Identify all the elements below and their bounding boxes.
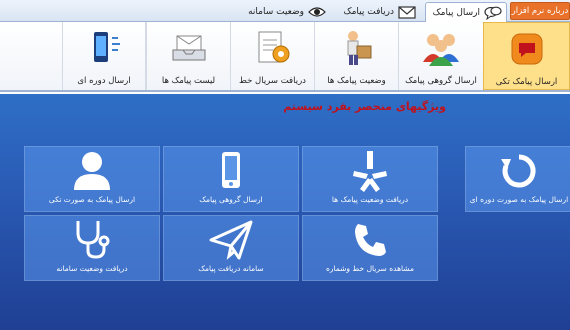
tab-about-label: درباره نرم افزار <box>511 6 569 16</box>
chat-bubbles-icon <box>484 6 502 20</box>
inbox-tray-icon <box>169 28 209 68</box>
receive-line-button[interactable]: دریافت سریال خط <box>230 22 314 90</box>
ribbon-toolbar: ارسال پیامک تکی ارسال گروهی پیامک وضعیت … <box>0 22 570 92</box>
tile-receive-system-label: سامانه دریافت پیامک <box>198 264 264 273</box>
message-icon <box>507 29 547 69</box>
features-panel: ویژگیهای منحصر بفرد سیستم ارسال پیامک به… <box>0 94 570 330</box>
periodic-send-button[interactable]: ارسال دوره ای <box>62 22 146 90</box>
sms-list-button[interactable]: لیست پیامک ها <box>146 22 230 90</box>
paper-plane-icon <box>209 218 253 262</box>
tile-periodic-send-label: ارسال پیامک به صورت دوره ای <box>469 195 569 204</box>
stethoscope-icon <box>72 218 112 262</box>
tile-system-status[interactable]: دریافت وضعیت سامانه <box>24 215 160 281</box>
tile-line-serial-label: مشاهده سریال خط وشماره <box>325 264 415 273</box>
sms-status-button[interactable]: وضعیت پیامک ها <box>314 22 398 90</box>
tab-system-status[interactable]: وضعیت سامانه <box>240 2 330 22</box>
group-users-icon <box>421 28 461 68</box>
tab-receive-sms[interactable]: دریافت پیامک <box>335 2 420 22</box>
tile-group-send-label: ارسال گروهی پیامک <box>199 195 263 204</box>
group-send-label: ارسال گروهی پیامک <box>405 76 477 86</box>
phone-signal-icon <box>84 28 124 68</box>
sms-list-label: لیست پیامک ها <box>161 76 216 86</box>
tile-periodic-send[interactable]: ارسال پیامک به صورت دوره ای <box>465 146 570 212</box>
tile-system-status-label: دریافت وضعیت سامانه <box>56 264 128 273</box>
mobile-phone-icon <box>216 149 246 193</box>
top-tab-strip: درباره نرم افزار ارسال پیامک دریافت پیام… <box>0 0 570 23</box>
features-title: ویژگیهای منحصر بفرد سیستم <box>283 100 446 113</box>
tile-sms-status[interactable]: دریافت وضعیت پیامک ها <box>302 146 438 212</box>
group-send-button[interactable]: ارسال گروهی پیامک <box>398 22 483 90</box>
yelp-burst-icon <box>350 149 390 193</box>
tab-receive-sms-label: دریافت پیامک <box>343 7 394 17</box>
tile-single-send-label: ارسال پیامک به صورت تکی <box>48 195 136 204</box>
courier-icon <box>337 28 377 68</box>
eye-icon <box>308 5 326 19</box>
single-send-label: ارسال پیامک تکی <box>495 77 558 87</box>
tile-receive-system[interactable]: سامانه دریافت پیامک <box>163 215 299 281</box>
single-send-button[interactable]: ارسال پیامک تکی <box>483 22 570 90</box>
refresh-icon <box>499 149 539 193</box>
tile-sms-status-label: دریافت وضعیت پیامک ها <box>331 195 409 204</box>
envelope-icon <box>398 5 416 19</box>
tab-send-sms-label: ارسال پیامک <box>432 8 480 18</box>
tab-send-sms[interactable]: ارسال پیامک <box>425 2 507 23</box>
receive-line-label: دریافت سریال خط <box>239 76 306 86</box>
tile-line-serial[interactable]: مشاهده سریال خط وشماره <box>302 215 438 281</box>
tab-system-status-label: وضعیت سامانه <box>248 7 304 17</box>
tab-about[interactable]: درباره نرم افزار <box>510 2 570 20</box>
user-icon <box>72 149 112 193</box>
tile-group-send[interactable]: ارسال گروهی پیامک <box>163 146 299 212</box>
periodic-send-label: ارسال دوره ای <box>77 76 131 86</box>
sms-status-label: وضعیت پیامک ها <box>327 76 386 86</box>
tile-single-send[interactable]: ارسال پیامک به صورت تکی <box>24 146 160 212</box>
document-gear-icon <box>253 28 293 68</box>
phone-handset-icon <box>350 218 390 262</box>
